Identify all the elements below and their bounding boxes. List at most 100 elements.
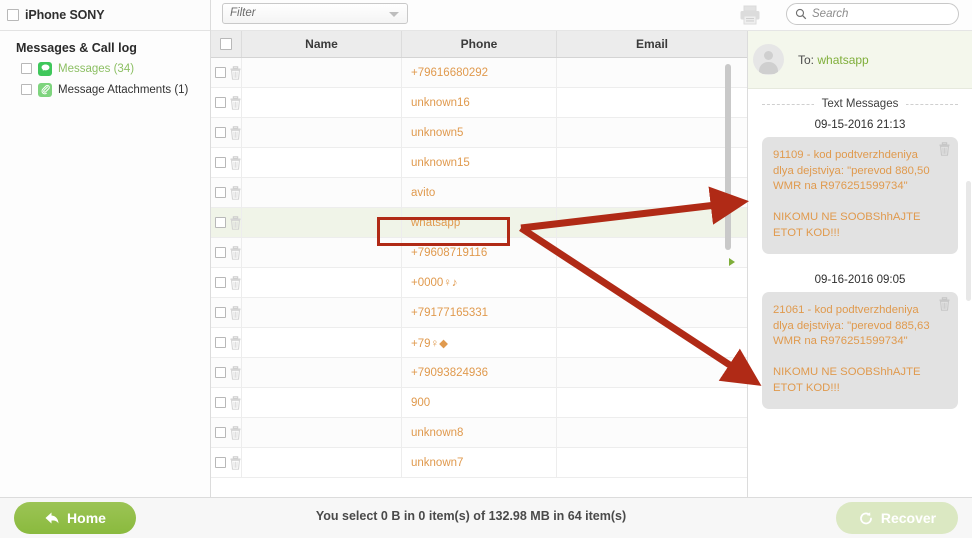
row-checkbox[interactable] — [215, 277, 226, 288]
row-select-cell[interactable] — [211, 88, 242, 117]
cell-phone[interactable]: +0000♀♪ — [402, 268, 557, 297]
cell-email — [557, 208, 747, 237]
detail-vertical-scrollbar[interactable] — [966, 181, 971, 301]
cell-phone[interactable]: unknown5 — [402, 118, 557, 147]
column-header-email[interactable]: Email — [557, 31, 747, 57]
table-row[interactable]: unknown16 — [211, 88, 747, 118]
message-item[interactable]: 09-15-2016 21:13 91109 - kod podtverzhden… — [748, 119, 972, 254]
cell-phone[interactable]: +79♀◆ — [402, 328, 557, 357]
table-row[interactable]: +79616680292 — [211, 58, 747, 88]
row-checkbox[interactable] — [215, 427, 226, 438]
cell-phone[interactable]: unknown15 — [402, 148, 557, 177]
row-select-cell[interactable] — [211, 328, 242, 357]
device-row[interactable]: iPhone SONY — [0, 0, 210, 31]
recover-button[interactable]: Recover — [836, 502, 958, 534]
table-row[interactable]: +0000♀♪ — [211, 268, 747, 298]
delete-row-icon[interactable] — [229, 95, 242, 110]
table-row[interactable]: unknown8 — [211, 418, 747, 448]
delete-row-icon[interactable] — [229, 215, 242, 230]
delete-message-icon[interactable] — [938, 297, 951, 311]
row-select-cell[interactable] — [211, 388, 242, 417]
cell-email — [557, 268, 747, 297]
delete-message-icon[interactable] — [938, 142, 951, 156]
row-select-cell[interactable] — [211, 268, 242, 297]
row-expand-marker-icon[interactable] — [729, 258, 735, 266]
cell-email — [557, 118, 747, 147]
filter-value: Filter — [230, 7, 256, 19]
messages-checkbox[interactable] — [21, 63, 32, 74]
cell-phone[interactable]: unknown7 — [402, 448, 557, 477]
row-select-cell[interactable] — [211, 178, 242, 207]
table-row[interactable]: +79608719116 — [211, 238, 747, 268]
row-checkbox[interactable] — [215, 157, 226, 168]
table-row[interactable]: unknown5 — [211, 118, 747, 148]
cell-phone[interactable]: 900 — [402, 388, 557, 417]
row-select-cell[interactable] — [211, 208, 242, 237]
row-checkbox[interactable] — [215, 367, 226, 378]
device-checkbox[interactable] — [7, 9, 19, 21]
delete-row-icon[interactable] — [229, 305, 242, 320]
filter-dropdown[interactable]: Filter — [222, 3, 408, 24]
table-row[interactable]: +79177165331 — [211, 298, 747, 328]
delete-row-icon[interactable] — [229, 455, 242, 470]
row-select-cell[interactable] — [211, 418, 242, 447]
cell-phone[interactable]: whatsapp — [402, 208, 557, 237]
row-checkbox[interactable] — [215, 337, 226, 348]
cell-phone[interactable]: unknown16 — [402, 88, 557, 117]
column-header-phone[interactable]: Phone — [402, 31, 557, 57]
message-item[interactable]: 09-16-2016 09:05 21061 - kod podtverzhden… — [748, 274, 972, 409]
cell-phone[interactable]: +79608719116 — [402, 238, 557, 267]
table-row[interactable]: +79♀◆ — [211, 328, 747, 358]
delete-row-icon[interactable] — [229, 425, 242, 440]
delete-row-icon[interactable] — [229, 185, 242, 200]
printer-icon[interactable] — [739, 5, 761, 25]
attachments-checkbox[interactable] — [21, 84, 32, 95]
row-select-cell[interactable] — [211, 448, 242, 477]
row-select-cell[interactable] — [211, 118, 242, 147]
delete-row-icon[interactable] — [229, 335, 242, 350]
delete-row-icon[interactable] — [229, 365, 242, 380]
table-row[interactable]: +79093824936 — [211, 358, 747, 388]
row-checkbox[interactable] — [215, 397, 226, 408]
delete-row-icon[interactable] — [229, 155, 242, 170]
cell-phone[interactable]: unknown8 — [402, 418, 557, 447]
cell-phone[interactable]: +79616680292 — [402, 58, 557, 87]
search-input[interactable]: Search — [786, 3, 959, 25]
message-bubble[interactable]: 91109 - kod podtverzhdeniya dlya dejstvi… — [762, 137, 958, 254]
table-row[interactable]: 900 — [211, 388, 747, 418]
delete-row-icon[interactable] — [229, 275, 242, 290]
delete-row-icon[interactable] — [229, 125, 242, 140]
sidebar-item-message-attachments[interactable]: Message Attachments (1) — [0, 80, 210, 99]
select-all-header[interactable] — [211, 31, 242, 57]
delete-row-icon[interactable] — [229, 245, 242, 260]
table-row[interactable]: whatsapp — [211, 208, 747, 238]
column-header-name[interactable]: Name — [242, 31, 402, 57]
table-row[interactable]: unknown15 — [211, 148, 747, 178]
cell-phone[interactable]: avito — [402, 178, 557, 207]
delete-row-icon[interactable] — [229, 65, 242, 80]
sidebar-item-messages[interactable]: Messages (34) — [0, 59, 210, 78]
select-all-checkbox[interactable] — [220, 38, 232, 50]
row-checkbox[interactable] — [215, 457, 226, 468]
row-checkbox[interactable] — [215, 67, 226, 78]
row-checkbox[interactable] — [215, 187, 226, 198]
row-checkbox[interactable] — [215, 217, 226, 228]
row-select-cell[interactable] — [211, 58, 242, 87]
cell-name — [242, 238, 402, 267]
table-row[interactable]: unknown7 — [211, 448, 747, 478]
row-checkbox[interactable] — [215, 97, 226, 108]
cell-phone[interactable]: +79177165331 — [402, 298, 557, 327]
cell-phone[interactable]: +79093824936 — [402, 358, 557, 387]
row-select-cell[interactable] — [211, 148, 242, 177]
row-select-cell[interactable] — [211, 238, 242, 267]
row-select-cell[interactable] — [211, 298, 242, 327]
avatar — [753, 44, 784, 75]
table-vertical-scrollbar[interactable] — [725, 64, 731, 250]
row-checkbox[interactable] — [215, 247, 226, 258]
row-checkbox[interactable] — [215, 127, 226, 138]
table-row[interactable]: avito — [211, 178, 747, 208]
row-select-cell[interactable] — [211, 358, 242, 387]
row-checkbox[interactable] — [215, 307, 226, 318]
message-bubble[interactable]: 21061 - kod podtverzhdeniya dlya dejstvi… — [762, 292, 958, 409]
delete-row-icon[interactable] — [229, 395, 242, 410]
